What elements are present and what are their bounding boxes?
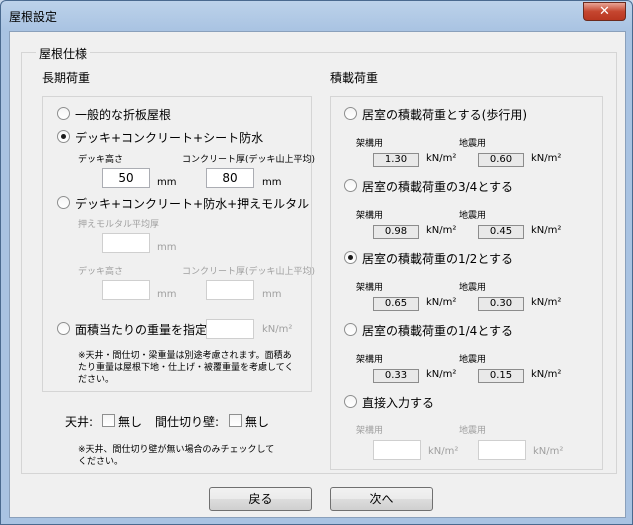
seismic-unit-2: kN/m² [531, 225, 562, 236]
concrete-thickness-label: コンクリート厚(デッキ山上平均) [182, 155, 316, 165]
seismic-value-4: 0.15 [478, 369, 524, 383]
deck-height-unit-2: mm [157, 289, 177, 300]
label-deck-concrete-mortar: デッキ+コンクリート+防水+押えモルタル [75, 197, 310, 211]
label-live-load-3-4: 居室の積載荷重の3/4とする [362, 180, 513, 194]
partition-none-label: 無し [245, 415, 270, 429]
deck-height-unit: mm [157, 177, 177, 188]
seismic-label-3: 地震用 [459, 283, 487, 293]
concrete-thickness-label-2: コンクリート厚(デッキ山上平均) [182, 267, 316, 277]
frame-label-4: 架構用 [356, 355, 384, 365]
seismic-unit-4: kN/m² [531, 369, 562, 380]
label-live-load-1-2: 居室の積載荷重の1/2とする [362, 252, 513, 266]
dialog-client-area: 屋根仕様 長期荷重 一般的な折板屋根 デッキ+コンクリート+シート防水 デッキ高… [9, 31, 626, 518]
label-weight-per-area: 面積当たりの重量を指定 [75, 323, 208, 337]
frame-value-2: 0.98 [373, 225, 419, 239]
radio-deck-concrete-mortar[interactable] [57, 196, 70, 209]
mortar-thickness-unit: mm [157, 242, 177, 253]
close-button[interactable]: ✕ [583, 2, 626, 21]
label-deck-concrete-sheet: デッキ+コンクリート+シート防水 [75, 131, 264, 145]
direct-seismic-unit: kN/m² [533, 446, 564, 457]
deck-height-input[interactable]: 50 [102, 168, 150, 188]
radio-live-load-1-4[interactable] [344, 323, 357, 336]
radio-deck-concrete-sheet[interactable] [57, 130, 70, 143]
label-folded-plate-roof: 一般的な折板屋根 [75, 108, 172, 122]
seismic-label-4: 地震用 [459, 355, 487, 365]
concrete-thickness-input-2 [206, 280, 254, 300]
concrete-thickness-input[interactable]: 80 [206, 168, 254, 188]
seismic-label-2: 地震用 [459, 211, 487, 221]
partition-note: ※天井、間仕切り壁が無い場合のみチェックしてください。 [78, 445, 275, 467]
direct-frame-unit: kN/m² [428, 446, 459, 457]
frame-value-3: 0.65 [373, 297, 419, 311]
deck-height-label-2: デッキ高さ [78, 267, 124, 277]
dialog-window: 屋根設定 ✕ 屋根仕様 長期荷重 一般的な折板屋根 デッキ+コンクリート+シート… [0, 0, 633, 525]
mortar-thickness-input [102, 233, 150, 253]
concrete-thickness-unit: mm [262, 177, 282, 188]
frame-unit-4: kN/m² [426, 369, 457, 380]
frame-value-4: 0.33 [373, 369, 419, 383]
seismic-label-5: 地震用 [459, 426, 487, 436]
direct-frame-input [373, 440, 421, 460]
back-button[interactable]: 戻る [209, 487, 312, 511]
radio-live-load-direct-input[interactable] [344, 395, 357, 408]
live-load-title: 積載荷重 [330, 71, 379, 85]
long-term-note: ※天井・間仕切・梁重量は別途考慮されます。面積あたり重量は屋根下地・仕上げ・被覆… [78, 351, 294, 385]
partition-none-checkbox[interactable] [229, 414, 242, 427]
frame-label-3: 架構用 [356, 283, 384, 293]
deck-height-input-2 [102, 280, 150, 300]
frame-unit-2: kN/m² [426, 225, 457, 236]
seismic-value-2: 0.45 [478, 225, 524, 239]
weight-per-area-input [206, 319, 254, 339]
roof-spec-group-title: 屋根仕様 [36, 45, 91, 62]
seismic-unit-1: kN/m² [531, 153, 562, 164]
ceiling-none-label: 無し [118, 415, 143, 429]
next-button[interactable]: 次へ [330, 487, 433, 511]
frame-value-1: 1.30 [373, 153, 419, 167]
ceiling-label: 天井: [65, 415, 94, 429]
seismic-label-1: 地震用 [459, 139, 487, 149]
mortar-thickness-label: 押えモルタル平均厚 [78, 220, 160, 230]
radio-folded-plate-roof[interactable] [57, 107, 70, 120]
title-bar: 屋根設定 ✕ [1, 1, 632, 31]
partition-label: 間仕切り壁: [155, 415, 220, 429]
label-live-load-1-4: 居室の積載荷重の1/4とする [362, 324, 513, 338]
frame-label-5: 架構用 [356, 426, 384, 436]
ceiling-none-checkbox[interactable] [102, 414, 115, 427]
label-live-load-walking: 居室の積載荷重とする(歩行用) [362, 108, 528, 122]
deck-height-label: デッキ高さ [78, 155, 124, 165]
frame-label-1: 架構用 [356, 139, 384, 149]
weight-per-area-unit: kN/m² [262, 324, 293, 335]
seismic-unit-3: kN/m² [531, 297, 562, 308]
seismic-value-1: 0.60 [478, 153, 524, 167]
radio-live-load-3-4[interactable] [344, 179, 357, 192]
window-title: 屋根設定 [9, 10, 58, 24]
radio-live-load-walking[interactable] [344, 107, 357, 120]
frame-unit-3: kN/m² [426, 297, 457, 308]
radio-weight-per-area[interactable] [57, 322, 70, 335]
seismic-value-3: 0.30 [478, 297, 524, 311]
long-term-load-title: 長期荷重 [42, 71, 91, 85]
label-live-load-direct-input: 直接入力する [362, 396, 435, 410]
radio-live-load-1-2[interactable] [344, 251, 357, 264]
direct-seismic-input [478, 440, 526, 460]
frame-label-2: 架構用 [356, 211, 384, 221]
concrete-thickness-unit-2: mm [262, 289, 282, 300]
frame-unit-1: kN/m² [426, 153, 457, 164]
